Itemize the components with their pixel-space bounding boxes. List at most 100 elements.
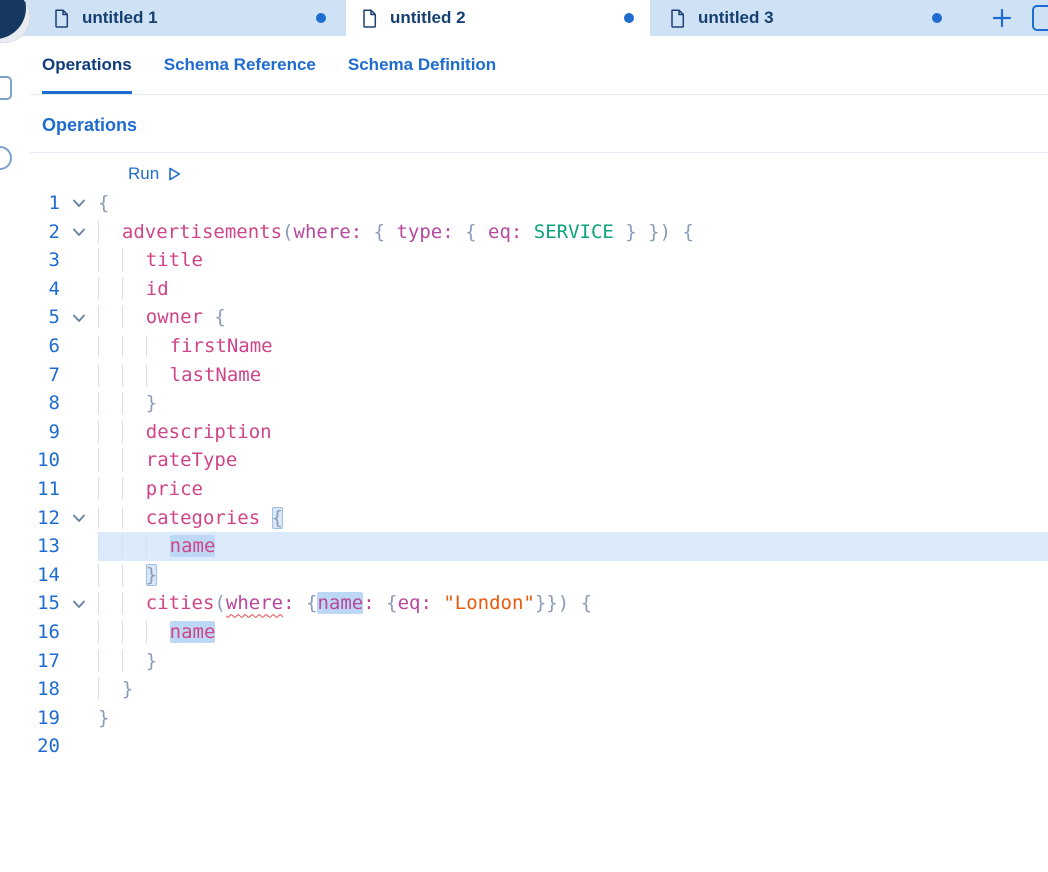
editor-lines: 1{2 advertisements(where: { type: { eq: … bbox=[0, 189, 1048, 761]
new-tab-button[interactable] bbox=[990, 6, 1014, 30]
fold-chevron-icon[interactable] bbox=[60, 218, 98, 247]
fold-chevron-icon[interactable] bbox=[60, 189, 98, 218]
tab-label: untitled 2 bbox=[390, 8, 466, 27]
editor-line-1[interactable]: 1{ bbox=[0, 189, 1048, 218]
line-number: 4 bbox=[48, 277, 60, 300]
editor-line-7[interactable]: 7 lastName bbox=[0, 361, 1048, 390]
app-logo-icon bbox=[0, 0, 30, 43]
editor-line-8[interactable]: 8 } bbox=[0, 389, 1048, 418]
subtab-schema-reference[interactable]: Schema Reference bbox=[164, 36, 316, 94]
code-text: description bbox=[98, 418, 1048, 447]
code-text: title bbox=[98, 246, 1048, 275]
code-text: categories { bbox=[98, 504, 1048, 533]
gutter-spacer bbox=[60, 704, 98, 733]
document-icon bbox=[54, 8, 69, 28]
gutter-spacer bbox=[60, 418, 98, 447]
tab-bar: untitled 1 untitled 2 untitled 3 bbox=[0, 0, 1048, 36]
code-text: } bbox=[98, 647, 1048, 676]
editor-line-3[interactable]: 3 title bbox=[0, 246, 1048, 275]
unsaved-changes-dot bbox=[624, 13, 634, 23]
line-number: 11 bbox=[37, 477, 60, 500]
code-text: { bbox=[98, 192, 110, 214]
editor-line-14[interactable]: 14 } bbox=[0, 561, 1048, 590]
code-text: name bbox=[98, 618, 1048, 647]
gutter-spacer bbox=[60, 675, 98, 704]
line-number: 3 bbox=[48, 249, 60, 272]
code-text: rateType bbox=[98, 446, 1048, 475]
line-number: 19 bbox=[37, 706, 60, 729]
plus-icon bbox=[992, 8, 1012, 28]
editor-line-13[interactable]: 13 name bbox=[0, 532, 1048, 561]
gutter-spacer bbox=[60, 618, 98, 647]
line-number: 8 bbox=[48, 392, 60, 415]
fold-chevron-icon[interactable] bbox=[60, 303, 98, 332]
window-layout-icon[interactable] bbox=[1032, 5, 1048, 31]
fold-chevron-icon[interactable] bbox=[60, 504, 98, 533]
code-text: advertisements(where: { type: { eq: SERV… bbox=[98, 218, 1048, 247]
editor-line-16[interactable]: 16 name bbox=[0, 618, 1048, 647]
document-icon bbox=[670, 8, 685, 28]
gutter-spacer bbox=[60, 389, 98, 418]
editor-line-20[interactable]: 20 bbox=[0, 732, 1048, 761]
line-number: 17 bbox=[37, 649, 60, 672]
subtab-schema-definition[interactable]: Schema Definition bbox=[348, 36, 496, 94]
editor-line-18[interactable]: 18 } bbox=[0, 675, 1048, 704]
document-icon bbox=[362, 8, 377, 28]
gutter-spacer bbox=[60, 332, 98, 361]
unsaved-changes-dot bbox=[316, 13, 326, 23]
code-text: price bbox=[98, 475, 1048, 504]
code-text: id bbox=[98, 275, 1048, 304]
code-text: owner { bbox=[98, 303, 1048, 332]
editor-line-4[interactable]: 4 id bbox=[0, 275, 1048, 304]
code-text: lastName bbox=[98, 361, 1048, 390]
tab-untitled-2[interactable]: untitled 2 bbox=[346, 0, 650, 36]
sidebar-document-partial-icon[interactable] bbox=[0, 76, 12, 100]
code-text: firstName bbox=[98, 332, 1048, 361]
editor-line-10[interactable]: 10 rateType bbox=[0, 446, 1048, 475]
section-header: Operations bbox=[30, 95, 1048, 153]
gutter-spacer bbox=[60, 561, 98, 590]
editor-line-2[interactable]: 2 advertisements(where: { type: { eq: SE… bbox=[0, 218, 1048, 247]
editor-line-15[interactable]: 15 cities(where: {name: {eq: "London"}})… bbox=[0, 589, 1048, 618]
line-number: 9 bbox=[48, 420, 60, 443]
fold-chevron-icon[interactable] bbox=[60, 589, 98, 618]
editor-line-5[interactable]: 5 owner { bbox=[0, 303, 1048, 332]
run-button[interactable]: Run bbox=[128, 164, 182, 184]
editor-line-9[interactable]: 9 description bbox=[0, 418, 1048, 447]
tab-label: untitled 3 bbox=[698, 8, 774, 27]
line-number: 5 bbox=[48, 306, 60, 329]
code-text: cities(where: {name: {eq: "London"}}) { bbox=[98, 589, 1048, 618]
line-number: 15 bbox=[37, 592, 60, 615]
tab-bar-actions bbox=[990, 0, 1048, 36]
code-text: name bbox=[98, 532, 1048, 561]
editor-line-17[interactable]: 17 } bbox=[0, 647, 1048, 676]
code-editor[interactable]: Run 1{2 advertisements(where: { type: { … bbox=[0, 153, 1048, 761]
line-number: 13 bbox=[37, 535, 60, 558]
document-tabs: untitled 1 untitled 2 untitled 3 bbox=[38, 0, 958, 36]
run-row: Run bbox=[128, 159, 1048, 189]
gutter-spacer bbox=[60, 361, 98, 390]
line-number: 12 bbox=[37, 506, 60, 529]
code-text: } bbox=[98, 675, 1048, 704]
tab-untitled-3[interactable]: untitled 3 bbox=[654, 0, 958, 36]
editor-line-19[interactable]: 19} bbox=[0, 704, 1048, 733]
gutter-spacer bbox=[60, 446, 98, 475]
editor-line-11[interactable]: 11 price bbox=[0, 475, 1048, 504]
gutter-spacer bbox=[60, 732, 98, 761]
gutter-spacer bbox=[60, 275, 98, 304]
subtab-operations[interactable]: Operations bbox=[42, 36, 132, 94]
line-number: 14 bbox=[37, 563, 60, 586]
line-number: 10 bbox=[37, 449, 60, 472]
tab-untitled-1[interactable]: untitled 1 bbox=[38, 0, 342, 36]
editor-line-6[interactable]: 6 firstName bbox=[0, 332, 1048, 361]
unsaved-changes-dot bbox=[932, 13, 942, 23]
page-title: Operations bbox=[42, 115, 138, 135]
line-number: 6 bbox=[48, 334, 60, 357]
line-number: 20 bbox=[37, 735, 60, 758]
editor-line-12[interactable]: 12 categories { bbox=[0, 504, 1048, 533]
panel-subtabs: Operations Schema Reference Schema Definit… bbox=[30, 36, 1048, 95]
line-number: 16 bbox=[37, 620, 60, 643]
graphql-ide-window: untitled 1 untitled 2 untitled 3 Operation… bbox=[0, 0, 1048, 872]
line-number: 2 bbox=[48, 220, 60, 243]
